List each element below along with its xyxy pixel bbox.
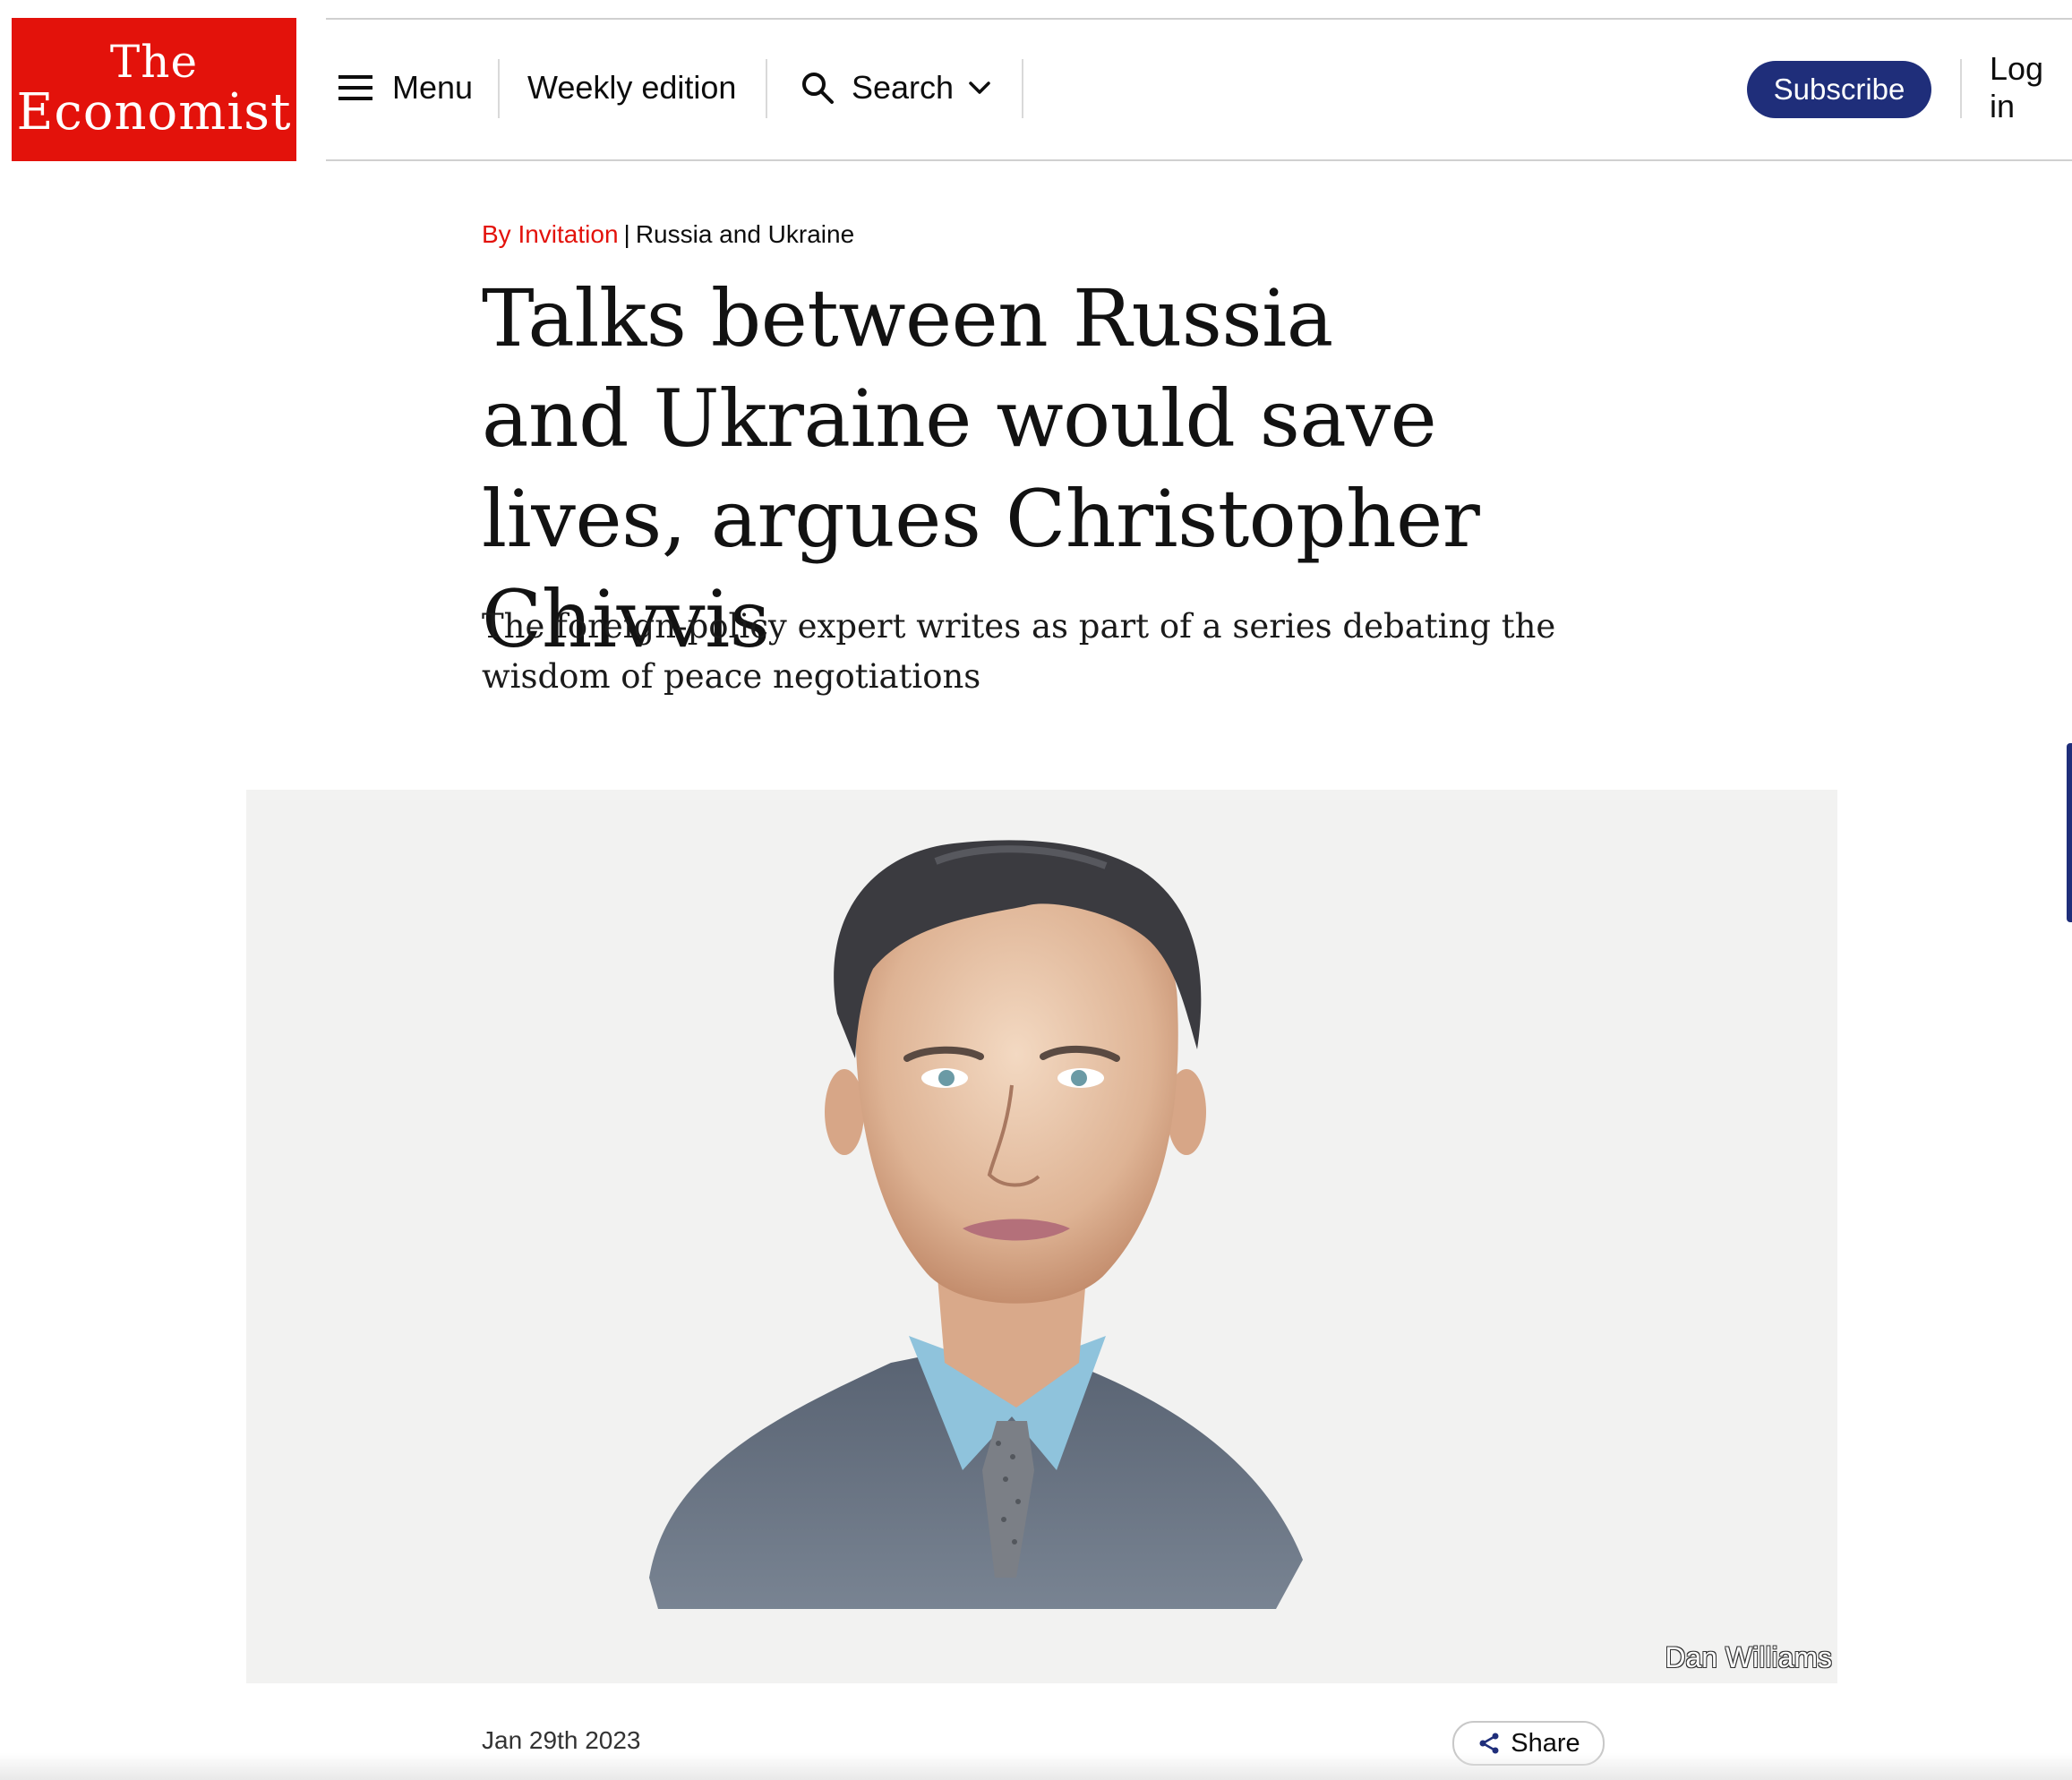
menu-label: Menu: [392, 69, 474, 106]
nav-divider: [498, 59, 500, 118]
bottom-fade: [0, 1753, 2072, 1780]
portrait-illustration: [649, 840, 1303, 1609]
section-link[interactable]: By Invitation: [482, 220, 619, 248]
article-date: Jan 29th 2023: [482, 1726, 641, 1754]
nav-divider: [1022, 59, 1023, 118]
header-top-rule: [326, 18, 2072, 20]
image-credit: Dan Williams: [1665, 1641, 1832, 1673]
login-link[interactable]: Log in: [1990, 50, 2072, 124]
menu-icon: [338, 75, 372, 100]
search-label: Search: [852, 69, 955, 106]
economist-logo[interactable]: The Economist: [12, 18, 296, 161]
article-kicker: By Invitation | Russia and Ukraine: [482, 220, 854, 249]
chevron-down-icon: [969, 81, 990, 94]
menu-button[interactable]: Menu: [338, 56, 473, 120]
weekly-edition-label: Weekly edition: [527, 69, 737, 106]
search-icon: [802, 73, 834, 104]
feedback-tab[interactable]: [2067, 743, 2072, 922]
logo-line-1: The: [109, 36, 199, 88]
weekly-edition-link[interactable]: Weekly edition: [527, 56, 736, 120]
logo-line-2: Economist: [16, 83, 292, 141]
header-bottom-rule: [326, 159, 2072, 161]
kicker-separator: |: [623, 220, 630, 248]
share-icon: [1479, 1733, 1499, 1754]
search-button[interactable]: Search: [800, 56, 991, 120]
subscribe-button[interactable]: Subscribe: [1747, 61, 1931, 118]
article-standfirst: The foreign-policy expert writes as part…: [482, 607, 1556, 696]
nav-divider: [1960, 59, 1962, 118]
hero-image: Dan Williams: [246, 790, 1837, 1683]
topic-link[interactable]: Russia and Ukraine: [636, 220, 854, 248]
nav-divider: [766, 59, 767, 118]
